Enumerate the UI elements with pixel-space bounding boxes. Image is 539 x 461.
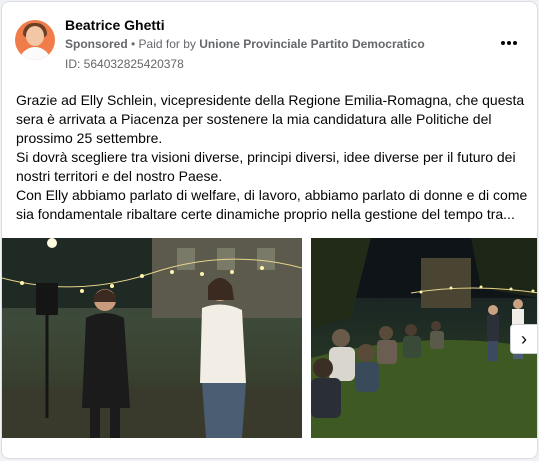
paid-for-prefix: Paid for by (138, 37, 200, 51)
post-paragraph: Si dovrà scegliere tra visioni diverse, … (16, 149, 516, 184)
sponsored-line: Sponsored • Paid for by Unione Provincia… (65, 37, 425, 51)
advertiser-link[interactable]: Unione Provinciale Partito Democratico (199, 37, 424, 51)
post-paragraph: Con Elly abbiamo parlato di welfare, di … (16, 187, 528, 222)
carousel-next-button[interactable]: › (510, 324, 537, 354)
sponsored-label: Sponsored (65, 37, 128, 51)
carousel-photo[interactable] (2, 238, 302, 438)
image-carousel: › (2, 238, 537, 438)
carousel-photo[interactable] (311, 238, 537, 438)
post-text: Grazie ad Elly Schlein, vicepresidente d… (16, 91, 528, 224)
more-options-icon[interactable] (498, 32, 520, 52)
post-paragraph: Grazie ad Elly Schlein, vicepresidente d… (16, 92, 525, 146)
avatar[interactable] (15, 20, 55, 60)
chevron-right-icon: › (521, 329, 527, 349)
separator: • (127, 37, 139, 51)
ad-id: ID: 564032825420378 (65, 57, 184, 71)
author-name[interactable]: Beatrice Ghetti (65, 17, 165, 33)
ad-card: Beatrice Ghetti Sponsored • Paid for by … (1, 1, 538, 459)
post-header: Beatrice Ghetti Sponsored • Paid for by … (2, 2, 537, 82)
